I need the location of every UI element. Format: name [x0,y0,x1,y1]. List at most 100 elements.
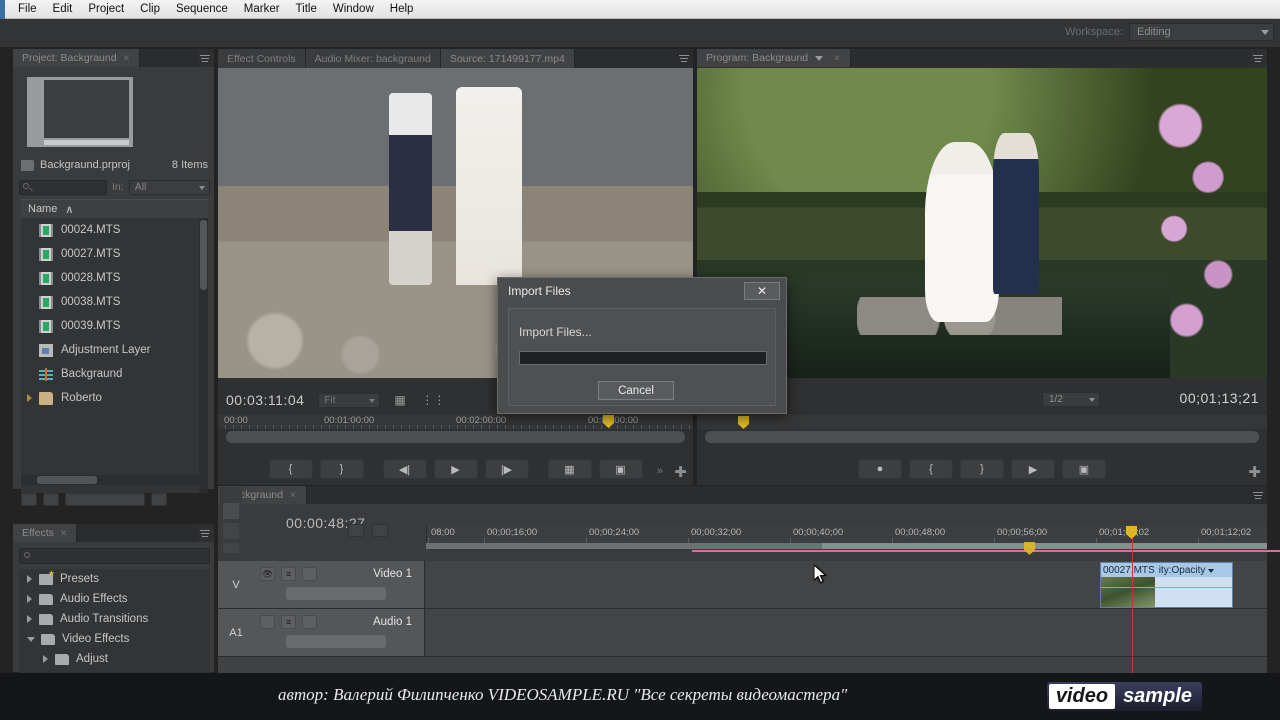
sequence-marker-icon[interactable] [738,416,749,429]
program-timecode[interactable]: 00;01;13;21 [1180,390,1259,406]
effects-tree-row[interactable]: Adjust [19,649,210,669]
in-point-button[interactable]: { [909,459,953,479]
close-icon[interactable]: ✕ [833,53,841,64]
filter-select[interactable]: All [128,179,210,195]
panel-menu-icon[interactable] [198,524,214,542]
menu-item-file[interactable]: File [10,0,45,19]
effects-search-input[interactable] [19,548,210,564]
razor-tool-icon[interactable] [223,543,239,553]
playhead-line[interactable] [1132,525,1133,673]
add-button-icon[interactable]: ✚ [1248,463,1261,481]
effects-tree-row[interactable]: Presets [19,569,210,589]
insert-button[interactable]: ▦ [547,459,592,479]
track-canvas-video-1[interactable]: 00027.MTS ity:Opacity [426,550,1280,608]
source-zoom-scrollbar[interactable] [226,431,685,443]
add-button-icon[interactable]: ✚ [674,463,687,481]
source-fit-select[interactable]: Fit [318,392,381,408]
tab-project[interactable]: Project: Backgraund ✕ [13,49,141,67]
project-item-row[interactable]: 00028.MTS [21,266,208,290]
chevron-right-icon[interactable] [27,615,32,623]
eye-icon[interactable]: 👁 [260,567,275,581]
list-view-button[interactable] [21,492,37,506]
play-button[interactable]: ▶ [1011,459,1055,479]
cancel-button[interactable]: Cancel [598,381,674,400]
tab-effects[interactable]: Effects ✕ [13,524,78,542]
track-keyframe-strip[interactable] [286,587,386,600]
timeline-marker-icon[interactable] [1024,542,1035,555]
chevron-down-icon[interactable] [27,636,35,642]
play-button[interactable]: ▶ [433,459,478,479]
step-back-button[interactable]: ◀| [382,459,427,479]
project-item-row[interactable]: 00038.MTS [21,290,208,314]
panel-menu-icon[interactable] [198,49,214,67]
close-icon[interactable]: ✕ [123,53,131,64]
search-input[interactable] [19,179,107,195]
audio-waveform-icon[interactable]: ⋮⋮ [421,393,445,407]
panel-menu-icon[interactable] [1251,486,1267,504]
menu-item-sequence[interactable]: Sequence [168,0,236,19]
panel-menu-icon[interactable] [677,49,693,68]
track-lock-icon[interactable] [302,567,317,581]
project-item-row[interactable]: 00039.MTS [21,314,208,338]
effects-tree-row[interactable]: Video Effects [19,629,210,649]
project-item-row[interactable]: 00027.MTS [21,242,208,266]
project-list-header[interactable]: Name ∧ [21,199,208,218]
zoom-slider[interactable] [65,492,145,506]
program-time-ruler[interactable] [697,413,1267,429]
step-forward-button[interactable]: |▶ [484,459,529,479]
menu-item-clip[interactable]: Clip [132,0,168,19]
menu-item-window[interactable]: Window [325,0,382,19]
chevron-right-icon[interactable] [43,655,48,663]
clip-effect-select[interactable]: ity:Opacity [1155,565,1215,576]
source-tab-1[interactable]: Audio Mixer: backgraund [305,49,441,68]
menu-item-edit[interactable]: Edit [45,0,81,19]
program-zoom-scrollbar[interactable] [705,431,1259,443]
overwrite-button[interactable]: ▣ [598,459,643,479]
track-canvas-audio-1[interactable] [426,609,1267,656]
source-time-ruler[interactable]: 00:0000:01:00:0000:02:00:0000:03:00:00 [218,413,693,429]
menu-item-marker[interactable]: Marker [236,0,288,19]
sync-lock-icon[interactable]: ≡ [281,567,296,581]
tab-program[interactable]: Program: Backgraund ✕ [697,49,851,67]
effects-tree[interactable]: Presets Audio Effects Audio Transitions Vid… [19,569,210,673]
more-controls-icon[interactable]: » [657,465,663,477]
project-item-list[interactable]: 00024.MTS 00027.MTS 00028.MTS 00038.MTS 0003… [21,218,208,493]
track-header-audio-1[interactable]: A1 ≡ Audio 1 [218,609,425,656]
film-strip-icon[interactable]: ▦ [394,393,407,407]
effects-tree-row[interactable]: Audio Transitions [19,609,210,629]
effects-tree-row[interactable]: Audio Effects [19,589,210,609]
panel-menu-icon[interactable] [1251,49,1267,67]
icon-view-button[interactable] [43,492,59,506]
workspace-select[interactable]: Editing [1129,23,1274,41]
project-list-hscrollbar[interactable] [21,475,208,485]
close-icon[interactable]: ✕ [60,528,68,539]
in-point-button[interactable]: { [268,459,313,479]
source-timecode[interactable]: 00:03:11:04 [226,392,304,408]
project-item-row[interactable]: 00024.MTS [21,218,208,242]
marker-button[interactable]: ● [858,459,902,479]
close-icon[interactable]: ✕ [289,490,297,501]
project-item-row[interactable]: Roberto [21,386,208,410]
program-quality-select[interactable]: 1/2 [1042,392,1100,407]
work-area-segment[interactable] [426,543,822,549]
selection-tool-icon[interactable] [223,503,239,519]
snap-toggle-button[interactable] [348,524,364,537]
chevron-right-icon[interactable] [27,595,32,603]
out-point-button[interactable]: } [960,459,1004,479]
project-list-scrollbar[interactable] [199,218,208,493]
new-bin-button[interactable] [151,492,167,506]
chevron-down-icon[interactable] [815,55,824,61]
track-keyframe-strip[interactable] [286,635,386,648]
dialog-close-button[interactable]: ✕ [744,282,780,300]
scrollbar-thumb[interactable] [200,220,207,290]
sync-lock-icon[interactable]: ≡ [281,615,296,629]
dialog-titlebar[interactable]: Import Files [498,278,786,304]
chevron-right-icon[interactable] [27,575,32,583]
export-frame-button[interactable]: ▣ [1062,459,1106,479]
source-tab-0[interactable]: Effect Controls [218,49,306,68]
mute-icon[interactable] [260,615,275,629]
out-point-button[interactable]: } [319,459,364,479]
track-header-video-1[interactable]: V 👁 ≡ Video 1 [218,561,425,608]
track-lock-icon[interactable] [302,615,317,629]
menu-item-title[interactable]: Title [288,0,325,19]
